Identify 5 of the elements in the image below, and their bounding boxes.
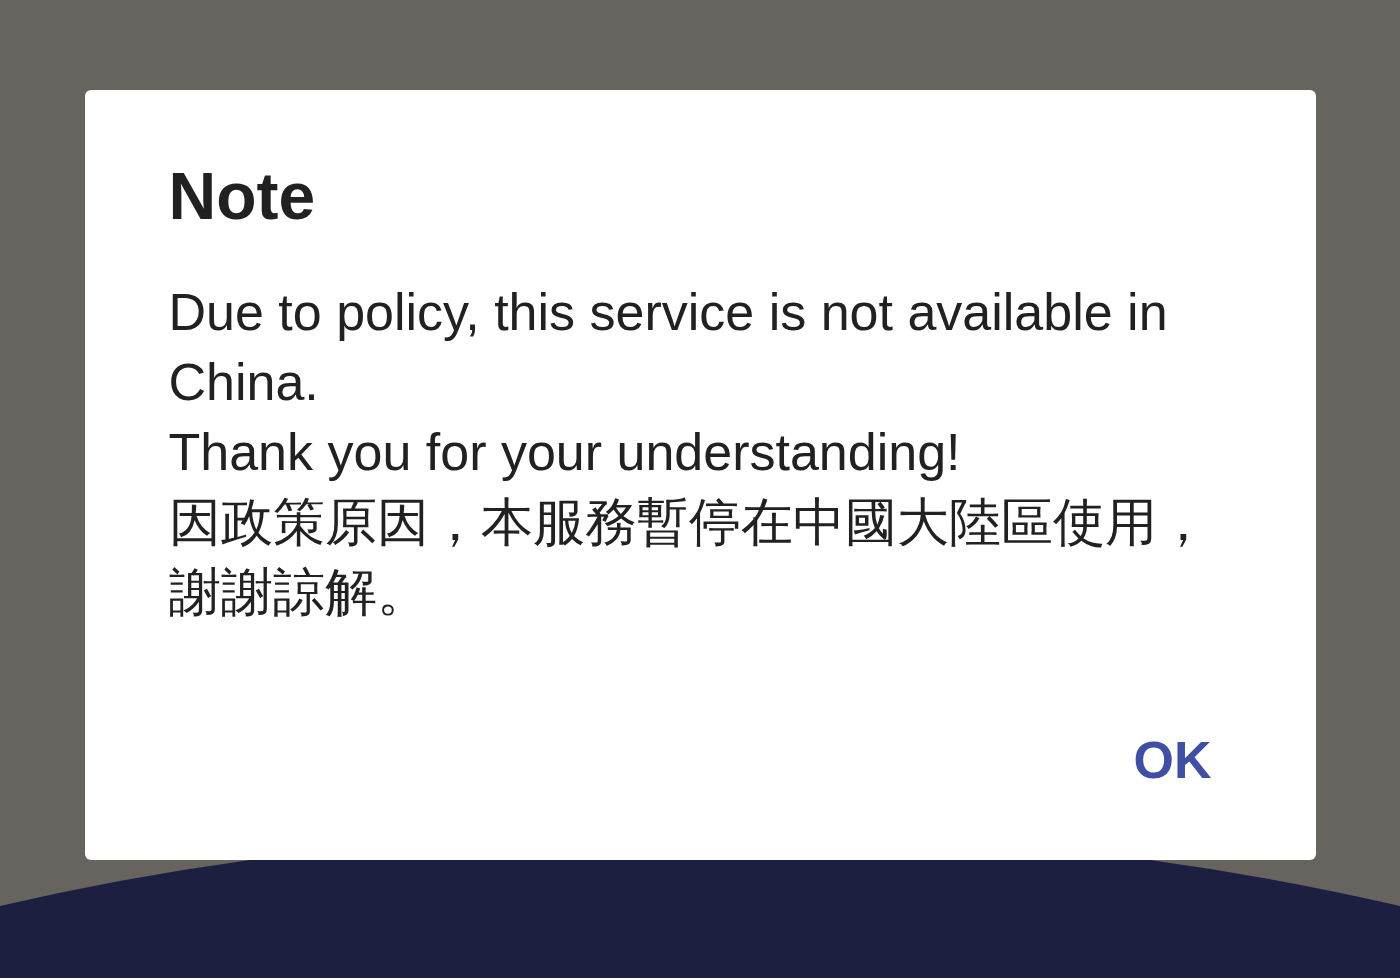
message-text: Thank you for your understanding! xyxy=(168,421,962,483)
message-text: Due to policy, this service is not available in China. xyxy=(168,281,1169,413)
ok-button[interactable]: OK xyxy=(1129,730,1216,790)
dialog-title: Note xyxy=(168,160,317,233)
message-text: 因政策原因，本服務暫停在中國大陸區使用，謝謝諒解。 xyxy=(168,490,1210,624)
